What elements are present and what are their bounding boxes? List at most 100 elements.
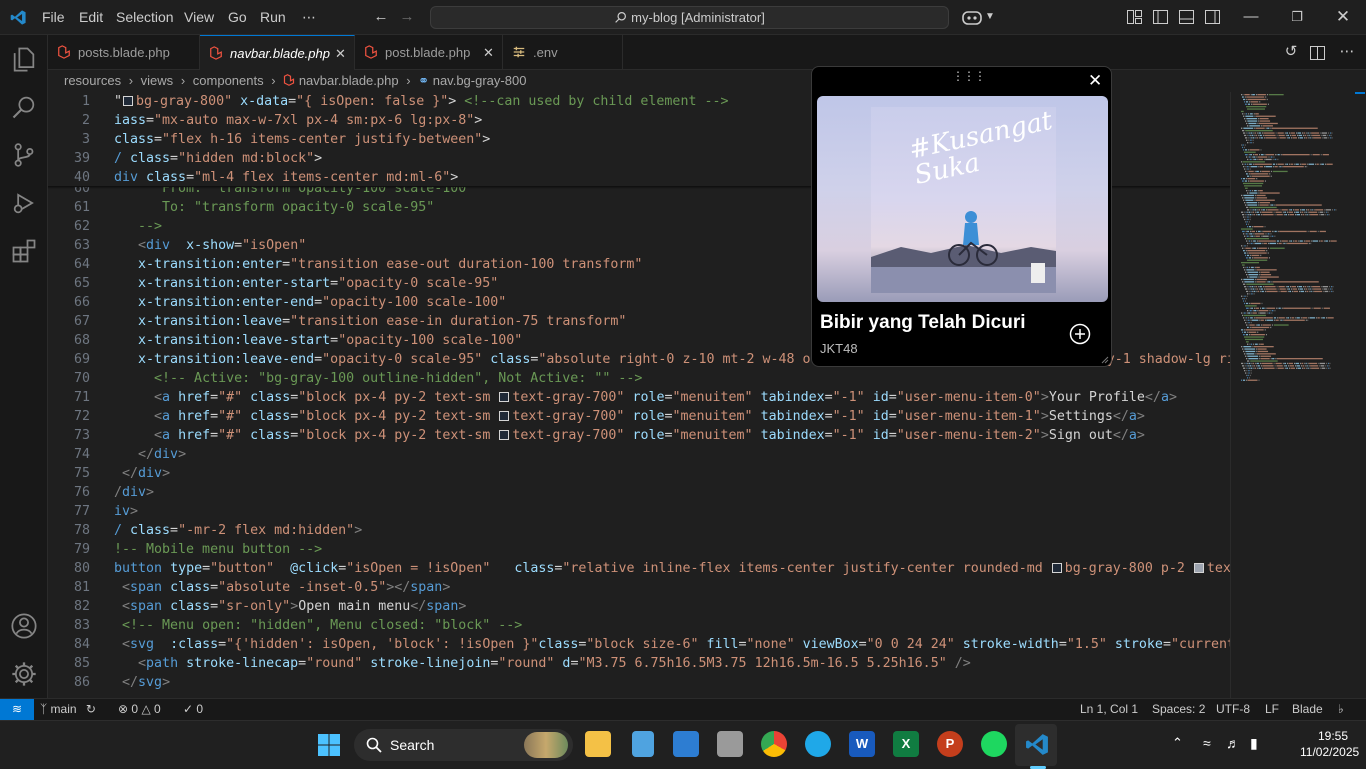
search-icon[interactable]	[10, 93, 38, 121]
code-line[interactable]: 75 </div>	[48, 464, 1230, 483]
account-icon[interactable]	[10, 612, 38, 640]
notepad-app-icon[interactable]	[632, 731, 654, 757]
tab-posts-blade[interactable]: posts.blade.php	[48, 35, 200, 70]
breadcrumb-item[interactable]: nav.bg-gray-800	[433, 73, 527, 88]
remote-indicator[interactable]: ≋	[0, 699, 34, 721]
close-tab-icon[interactable]: ✕	[335, 36, 346, 71]
color-swatch-icon[interactable]	[1193, 563, 1204, 573]
split-editor-icon[interactable]	[1310, 46, 1325, 60]
close-tab-icon[interactable]: ✕	[483, 35, 494, 70]
minimap-token	[1247, 326, 1249, 329]
code-line[interactable]: 72 <a href="#" class="block px-4 py-2 te…	[48, 407, 1230, 426]
breadcrumb-item[interactable]: components	[193, 73, 264, 88]
code-line[interactable]: 77 iv>	[48, 502, 1230, 521]
excel-app-icon[interactable]: X	[893, 731, 919, 757]
cursor-position[interactable]: Ln 1, Col 1	[1080, 699, 1138, 721]
color-swatch-icon[interactable]	[499, 411, 510, 421]
toggle-panel-icon[interactable]	[1179, 10, 1194, 24]
notifications-bell-icon[interactable]: ♭	[1338, 699, 1344, 721]
battery-icon[interactable]: ▮	[1250, 735, 1258, 752]
code-line[interactable]: 86 </svg>	[48, 673, 1230, 692]
word-app-icon[interactable]: W	[849, 731, 875, 757]
menu-go[interactable]: Go	[228, 0, 247, 35]
breadcrumb-item[interactable]: views	[141, 73, 174, 88]
spotify-app-icon[interactable]	[981, 731, 1007, 757]
explorer-files-icon[interactable]	[10, 45, 38, 73]
chevron-down-icon[interactable]: ▼	[981, 8, 999, 26]
taskbar-search-box[interactable]: Search	[354, 729, 573, 761]
code-line[interactable]: 84 <svg :class="{'hidden': isOpen, 'bloc…	[48, 635, 1230, 654]
system-clock[interactable]: 19:55 11/02/2025	[1300, 728, 1359, 760]
code-line[interactable]: 78 / class="-mr-2 flex md:hidden">	[48, 521, 1230, 540]
end-of-line[interactable]: LF	[1265, 699, 1279, 721]
powerpoint-app-icon[interactable]: P	[937, 731, 963, 757]
menu-run[interactable]: Run	[260, 0, 286, 35]
menu-file[interactable]: File	[42, 0, 65, 35]
code-line[interactable]: 70 <!-- Active: "bg-gray-100 outline-hid…	[48, 369, 1230, 388]
code-line[interactable]: 81 <span class="absolute -inset-0.5"></s…	[48, 578, 1230, 597]
command-center-search[interactable]: my-blog [Administrator]	[430, 6, 949, 29]
minimap[interactable]	[1230, 92, 1352, 698]
color-swatch-icon[interactable]	[499, 430, 510, 440]
edge-app-icon[interactable]	[805, 731, 831, 757]
customize-layout-icon[interactable]	[1127, 10, 1142, 24]
minimize-icon[interactable]: —	[1242, 8, 1260, 26]
code-line[interactable]: 83 <!-- Menu open: "hidden", Menu closed…	[48, 616, 1230, 635]
file-explorer-app-icon[interactable]	[585, 731, 611, 757]
source-control-icon[interactable]	[10, 141, 38, 169]
windows-start-icon[interactable]	[317, 733, 341, 757]
menu-more[interactable]: ⋯	[302, 0, 316, 35]
encoding[interactable]: UTF-8	[1216, 699, 1250, 721]
close-window-icon[interactable]: ✕	[1334, 8, 1352, 26]
extensions-icon[interactable]	[10, 237, 38, 265]
breadcrumb-item[interactable]: resources	[64, 73, 121, 88]
settings-gear-icon[interactable]	[10, 660, 38, 688]
tab-navbar-blade[interactable]: navbar.blade.php ✕	[200, 35, 355, 70]
problems-indicator[interactable]: ⊗ 0 △ 0	[118, 699, 161, 721]
code-line[interactable]: 85 <path stroke-linecap="round" stroke-l…	[48, 654, 1230, 673]
code-line[interactable]: 73 <a href="#" class="block px-4 py-2 te…	[48, 426, 1230, 445]
code-line[interactable]: 80 button type="button" @click="isOpen = …	[48, 559, 1230, 578]
volume-icon[interactable]: ♬	[1226, 735, 1240, 751]
tab-post-blade[interactable]: post.blade.php ✕	[355, 35, 503, 70]
toggle-secondary-sidebar-icon[interactable]	[1205, 10, 1220, 24]
close-popup-icon[interactable]: ✕	[1088, 71, 1102, 91]
microsoft-store-app-icon[interactable]	[673, 731, 699, 757]
ports-indicator[interactable]: ✓ 0	[183, 699, 203, 721]
vertical-scrollbar[interactable]	[1352, 92, 1366, 698]
color-swatch-icon[interactable]	[123, 96, 134, 106]
git-branch[interactable]: ᛉ main ↻	[40, 699, 96, 721]
color-swatch-icon[interactable]	[1051, 563, 1062, 573]
chrome-app-icon[interactable]	[761, 731, 787, 757]
color-swatch-icon[interactable]	[499, 392, 510, 402]
code-line[interactable]: 74 </div>	[48, 445, 1230, 464]
code-line[interactable]: 82 <span class="sr-only">Open main menu<…	[48, 597, 1230, 616]
restore-icon[interactable]: ❐	[1288, 8, 1306, 26]
copilot-icon[interactable]	[962, 9, 982, 26]
snipping-tool-app-icon[interactable]	[717, 731, 743, 757]
timeline-history-icon[interactable]: ↺	[1282, 43, 1300, 61]
indentation[interactable]: Spaces: 2	[1152, 699, 1205, 721]
menu-edit[interactable]: Edit	[79, 0, 103, 35]
menu-selection[interactable]: Selection	[116, 0, 174, 35]
code-line[interactable]: 79 !-- Mobile menu button -->	[48, 540, 1230, 559]
media-player-popup[interactable]: ⋮⋮⋮ ✕ #Kusangat Suka Bibir yang Telah Di…	[811, 66, 1112, 367]
chevron-up-icon[interactable]: ⌃	[1172, 735, 1183, 751]
wifi-icon[interactable]: ≈	[1203, 735, 1211, 751]
minimap-token	[1312, 154, 1320, 156]
resize-grip-icon[interactable]	[1099, 354, 1109, 364]
run-debug-icon[interactable]	[10, 189, 38, 217]
code-line[interactable]: 71 <a href="#" class="block px-4 py-2 te…	[48, 388, 1230, 407]
tab-env[interactable]: .env	[503, 35, 623, 70]
vscode-app-icon[interactable]	[1025, 732, 1050, 757]
back-arrow-icon[interactable]: ←	[372, 8, 390, 26]
drag-handle-icon[interactable]: ⋮⋮⋮	[952, 69, 986, 83]
forward-arrow-icon[interactable]: →	[398, 8, 416, 26]
menu-view[interactable]: View	[184, 0, 214, 35]
language-mode[interactable]: Blade	[1292, 699, 1323, 721]
more-actions-icon[interactable]: ⋯	[1338, 43, 1356, 61]
toggle-primary-sidebar-icon[interactable]	[1153, 10, 1168, 24]
breadcrumb-item[interactable]: navbar.blade.php	[299, 73, 399, 88]
add-to-library-icon[interactable]	[1069, 323, 1091, 345]
code-line[interactable]: 76/div>	[48, 483, 1230, 502]
